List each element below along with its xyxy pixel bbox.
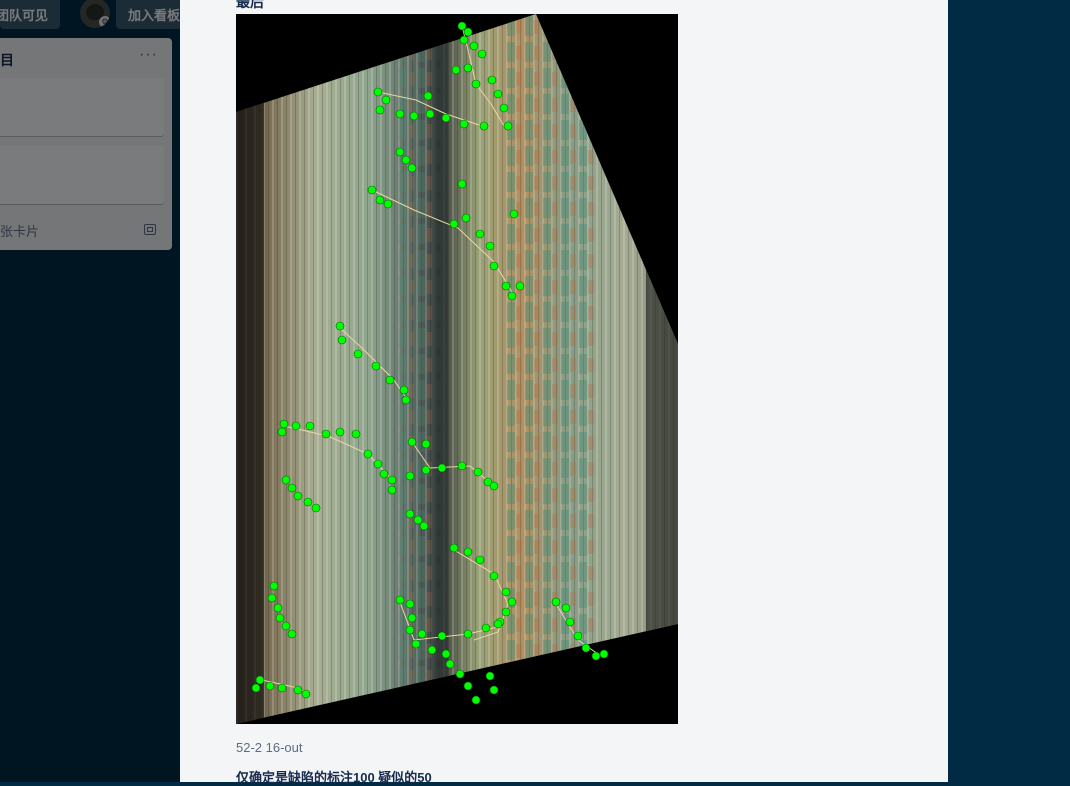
section-heading: 最后 [236,0,264,10]
comment-text: 仅确定是缺陷的标注100 疑似的50 [236,770,432,785]
attachment-image[interactable] [236,14,678,724]
annotated-microscope-image [236,14,678,724]
attachment-caption[interactable]: 52-2 16-out [236,740,303,755]
card-detail-modal: 最后 52-2 16-out 仅确定是缺陷的标注100 疑似的50 [180,0,948,785]
modal-backdrop[interactable] [0,0,180,782]
